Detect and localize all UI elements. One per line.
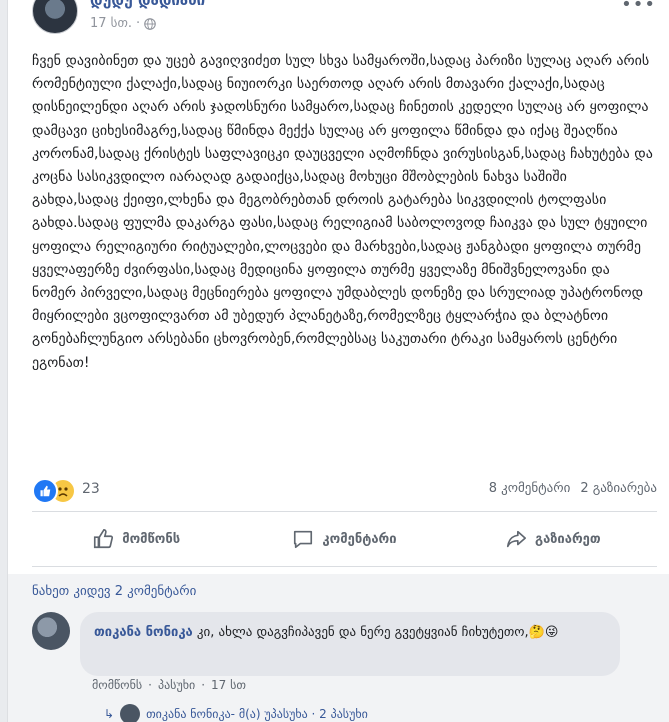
post-time[interactable]: 17 სთ.	[90, 16, 132, 31]
like-button[interactable]: მომწონს	[32, 517, 240, 561]
comment-label: კომენტარი	[322, 531, 397, 547]
separator-dot: ·	[136, 16, 141, 31]
share-count[interactable]: 2 გაზიარება	[580, 481, 657, 496]
reply-preview-text: თიკანა ნონიკა- მ(ა) უპასუხა · 2 პასუხი	[146, 707, 368, 721]
divider	[32, 511, 657, 512]
comment-icon	[294, 530, 313, 549]
reactions-bar: 23 8 კომენტარი 2 გაზიარება	[32, 476, 657, 504]
author-avatar[interactable]	[32, 0, 78, 34]
engagement-counts: 8 კომენტარი 2 გაზიარება	[489, 481, 657, 496]
comment-author[interactable]: თიკანა ნონიკა	[94, 625, 193, 640]
share-button[interactable]: გაზიარეთ	[449, 517, 657, 561]
more-dots-icon[interactable]: •••	[621, 0, 656, 15]
reply-arrow-icon: ↳	[104, 707, 115, 721]
globe-icon	[144, 17, 156, 30]
comment-button[interactable]: კომენტარი	[240, 517, 448, 561]
replies-preview[interactable]: ↳ თიკანა ნონიკა- მ(ა) უპასუხა · 2 პასუხი	[104, 704, 368, 722]
commenter-avatar[interactable]	[32, 612, 70, 650]
comment-bubble: თიკანა ნონიკა კი, ახლა დაგვჩიპავენ და ნე…	[80, 612, 620, 676]
thumb-up-outline-icon	[94, 529, 114, 549]
comment-text: კი, ახლა დაგვჩიპავენ და ნერე გვეტყვიან ჩ…	[192, 625, 529, 640]
like-label: მომწონს	[122, 531, 181, 547]
author-name[interactable]: დუდუ დადიანი	[90, 0, 205, 9]
post-text: ჩვენ დავიბინეთ და უცებ გავიღვიძეთ სულ სხ…	[32, 53, 658, 371]
comment-emoji: 🤔😜	[528, 625, 559, 640]
comment-like-link[interactable]: მომწონს	[92, 678, 142, 692]
divider	[32, 566, 657, 567]
thumb-up-icon	[40, 485, 51, 497]
share-arrow-icon	[506, 530, 526, 548]
view-more-comments-link[interactable]: ნახეთ კიდევ 2 კომენტარი	[32, 584, 196, 599]
separator-dot: ·	[201, 678, 206, 692]
post-actions: მომწონს კომენტარი გაზიარეთ	[32, 517, 657, 561]
reaction-count[interactable]: 23	[82, 481, 100, 497]
like-reaction-icon[interactable]	[32, 478, 58, 504]
reply-avatar	[120, 704, 141, 722]
post-card: დუდუ დადიანი 17 სთ. · ••• ჩვენ დავიბინეთ…	[7, 0, 669, 722]
comment-reply-link[interactable]: პასუხი	[158, 678, 195, 692]
post-header: დუდუ დადიანი 17 სთ. · •••	[32, 0, 662, 42]
comment-time[interactable]: 17 სთ	[211, 678, 246, 692]
comment-count[interactable]: 8 კომენტარი	[489, 481, 571, 496]
post-meta: 17 სთ. ·	[90, 16, 156, 31]
share-label: გაზიარეთ	[534, 531, 601, 547]
separator-dot: ·	[148, 678, 152, 692]
comments-section: ნახეთ კიდევ 2 კომენტარი თიკანა ნონიკა კი…	[8, 574, 669, 722]
comment-actions: მომწონს · პასუხი · 17 სთ	[92, 678, 246, 692]
